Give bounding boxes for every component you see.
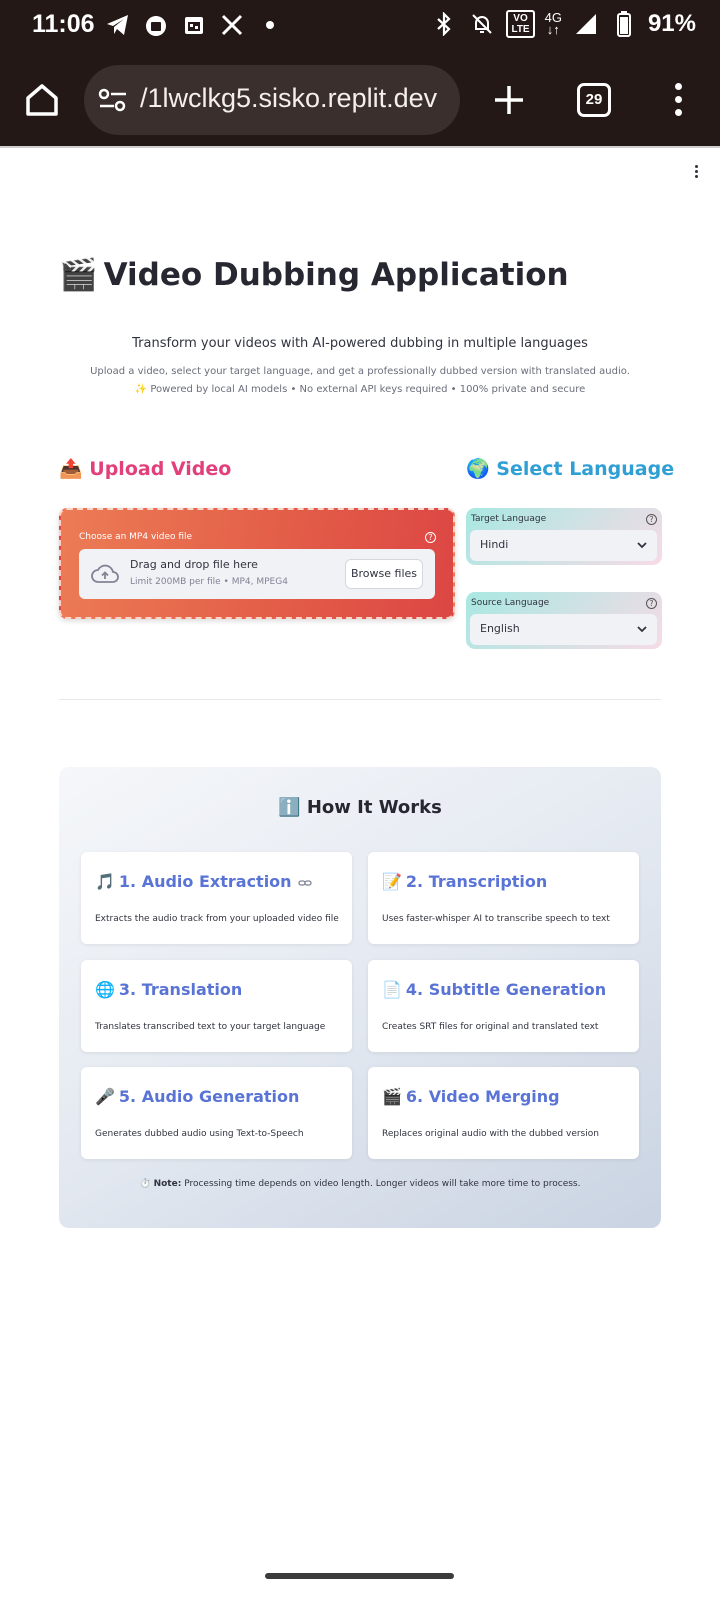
- step-title: 🎬 6. Video Merging: [382, 1087, 560, 1106]
- step-card-audio-generation: 🎤 5. Audio Generation Generates dubbed au…: [81, 1067, 352, 1159]
- page-menu-button[interactable]: [693, 165, 699, 181]
- document-icon: 📄: [382, 980, 402, 999]
- step-card-subtitle-generation: 📄 4. Subtitle Generation Creates SRT file…: [368, 960, 639, 1052]
- dropzone-title: Drag and drop file here: [130, 558, 258, 571]
- home-button[interactable]: [22, 80, 62, 120]
- clapper-icon: 🎬: [59, 257, 98, 293]
- target-language-label: Target Language: [471, 514, 547, 524]
- chevron-down-icon: [637, 542, 647, 549]
- browser-toolbar: /1lwclkg5.sisko.replit.dev 29: [0, 52, 720, 148]
- target-language-value: Hindi: [480, 538, 509, 551]
- battery-icon: [610, 11, 638, 37]
- link-icon[interactable]: [297, 878, 312, 888]
- page-title-text: Video Dubbing Application: [103, 257, 569, 293]
- uploader-label: Choose an MP4 video file: [79, 532, 193, 542]
- globe-icon: 🌐: [95, 980, 115, 999]
- new-tab-button[interactable]: [489, 80, 529, 120]
- step-title: 🎵 1. Audio Extraction: [95, 872, 312, 891]
- processing-note: ⏱️ Note: Processing time depends on vide…: [59, 1179, 661, 1189]
- source-language-value: English: [480, 622, 520, 635]
- source-language-label: Source Language: [471, 598, 550, 608]
- step-description: Uses faster-whisper AI to transcribe spe…: [382, 914, 610, 924]
- step-card-translation: 🌐 3. Translation Translates transcribed t…: [81, 960, 352, 1052]
- step-title: 📄 4. Subtitle Generation: [382, 980, 607, 999]
- chevron-down-icon: [637, 626, 647, 633]
- note-text: Processing time depends on video length.…: [184, 1179, 581, 1189]
- divider: [59, 699, 661, 700]
- network-icon: 4G ↓↑: [544, 10, 562, 37]
- dropzone[interactable]: Drag and drop file here Limit 200MB per …: [79, 549, 435, 599]
- step-description: Generates dubbed audio using Text-to-Spe…: [95, 1129, 304, 1139]
- battery-percent: 91%: [647, 10, 696, 37]
- gesture-home-bar[interactable]: [265, 1573, 454, 1579]
- page-subtitle: Transform your videos with AI-powered du…: [132, 336, 588, 351]
- step-title: 📝 2. Transcription: [382, 872, 548, 891]
- dot-icon: [256, 12, 284, 38]
- browser-menu-button[interactable]: [668, 80, 688, 120]
- tab-switcher-button[interactable]: 29: [577, 83, 611, 117]
- step-description: Creates SRT files for original and trans…: [382, 1022, 599, 1032]
- target-language-card: Target Language ? Hindi: [466, 508, 662, 565]
- step-card-video-merging: 🎬 6. Video Merging Replaces original audi…: [368, 1067, 639, 1159]
- language-heading: 🌍 Select Language: [466, 458, 675, 480]
- url-text: /1lwclkg5.sisko.replit.dev: [140, 83, 438, 113]
- dropzone-limit: Limit 200MB per file • MP4, MPEG4: [130, 577, 288, 587]
- x-icon: [218, 12, 246, 38]
- step-description: Extracts the audio track from your uploa…: [95, 914, 339, 924]
- page-description: Upload a video, select your target langu…: [90, 366, 630, 377]
- step-card-audio-extraction: 🎵 1. Audio Extraction Extracts the audio …: [81, 852, 352, 944]
- step-title: 🎤 5. Audio Generation: [95, 1087, 300, 1106]
- how-it-works-panel: ℹ️ How It Works 🎵 1. Audio Extraction Ext…: [59, 767, 661, 1228]
- target-language-select[interactable]: Hindi: [470, 530, 657, 561]
- browse-files-button[interactable]: Browse files: [345, 559, 423, 589]
- status-time: 11:06: [32, 10, 95, 38]
- upload-heading: 📤 Upload Video: [59, 458, 232, 480]
- step-card-transcription: 📝 2. Transcription Uses faster-whisper AI…: [368, 852, 639, 944]
- microphone-icon: 🎤: [95, 1087, 115, 1106]
- notification-icons: [104, 12, 284, 38]
- memo-icon: 📝: [382, 872, 402, 891]
- more-vert-icon: [674, 83, 682, 90]
- how-it-works-title: ℹ️ How It Works: [278, 797, 442, 818]
- help-icon[interactable]: ?: [646, 514, 657, 525]
- page-features: ✨ Powered by local AI models • No extern…: [134, 384, 586, 395]
- shopping-bag-icon: [142, 12, 170, 38]
- help-icon[interactable]: ?: [646, 598, 657, 609]
- clapper-icon: 🎬: [382, 1087, 402, 1106]
- calendar-icon: [180, 12, 208, 38]
- home-icon: [26, 84, 58, 116]
- step-title: 🌐 3. Translation: [95, 980, 243, 999]
- step-description: Translates transcribed text to your targ…: [95, 1022, 326, 1032]
- system-status: VO LTE 4G ↓↑ 91%: [430, 10, 696, 38]
- music-note-icon: 🎵: [95, 872, 115, 891]
- source-language-card: Source Language ? English: [466, 592, 662, 649]
- telegram-icon: [104, 12, 132, 38]
- note-label: Note:: [153, 1179, 182, 1189]
- address-bar[interactable]: /1lwclkg5.sisko.replit.dev: [84, 65, 460, 135]
- step-description: Replaces original audio with the dubbed …: [382, 1129, 599, 1139]
- bell-off-icon: [468, 11, 496, 37]
- file-uploader: Choose an MP4 video file ? Drag and drop…: [59, 508, 455, 619]
- cloud-upload-icon: [91, 563, 119, 585]
- site-settings-icon[interactable]: [98, 87, 128, 113]
- page-title: 🎬 Video Dubbing Application: [59, 256, 569, 293]
- bluetooth-icon: [430, 11, 458, 37]
- volte-icon: VO LTE: [506, 10, 535, 38]
- help-icon[interactable]: ?: [425, 532, 436, 543]
- stopwatch-icon: ⏱️: [139, 1179, 151, 1189]
- signal-icon: [572, 11, 600, 37]
- source-language-select[interactable]: English: [470, 614, 657, 645]
- plus-icon: [495, 86, 523, 114]
- status-bar: 11:06 VO LTE 4G ↓↑ 91%: [0, 0, 720, 52]
